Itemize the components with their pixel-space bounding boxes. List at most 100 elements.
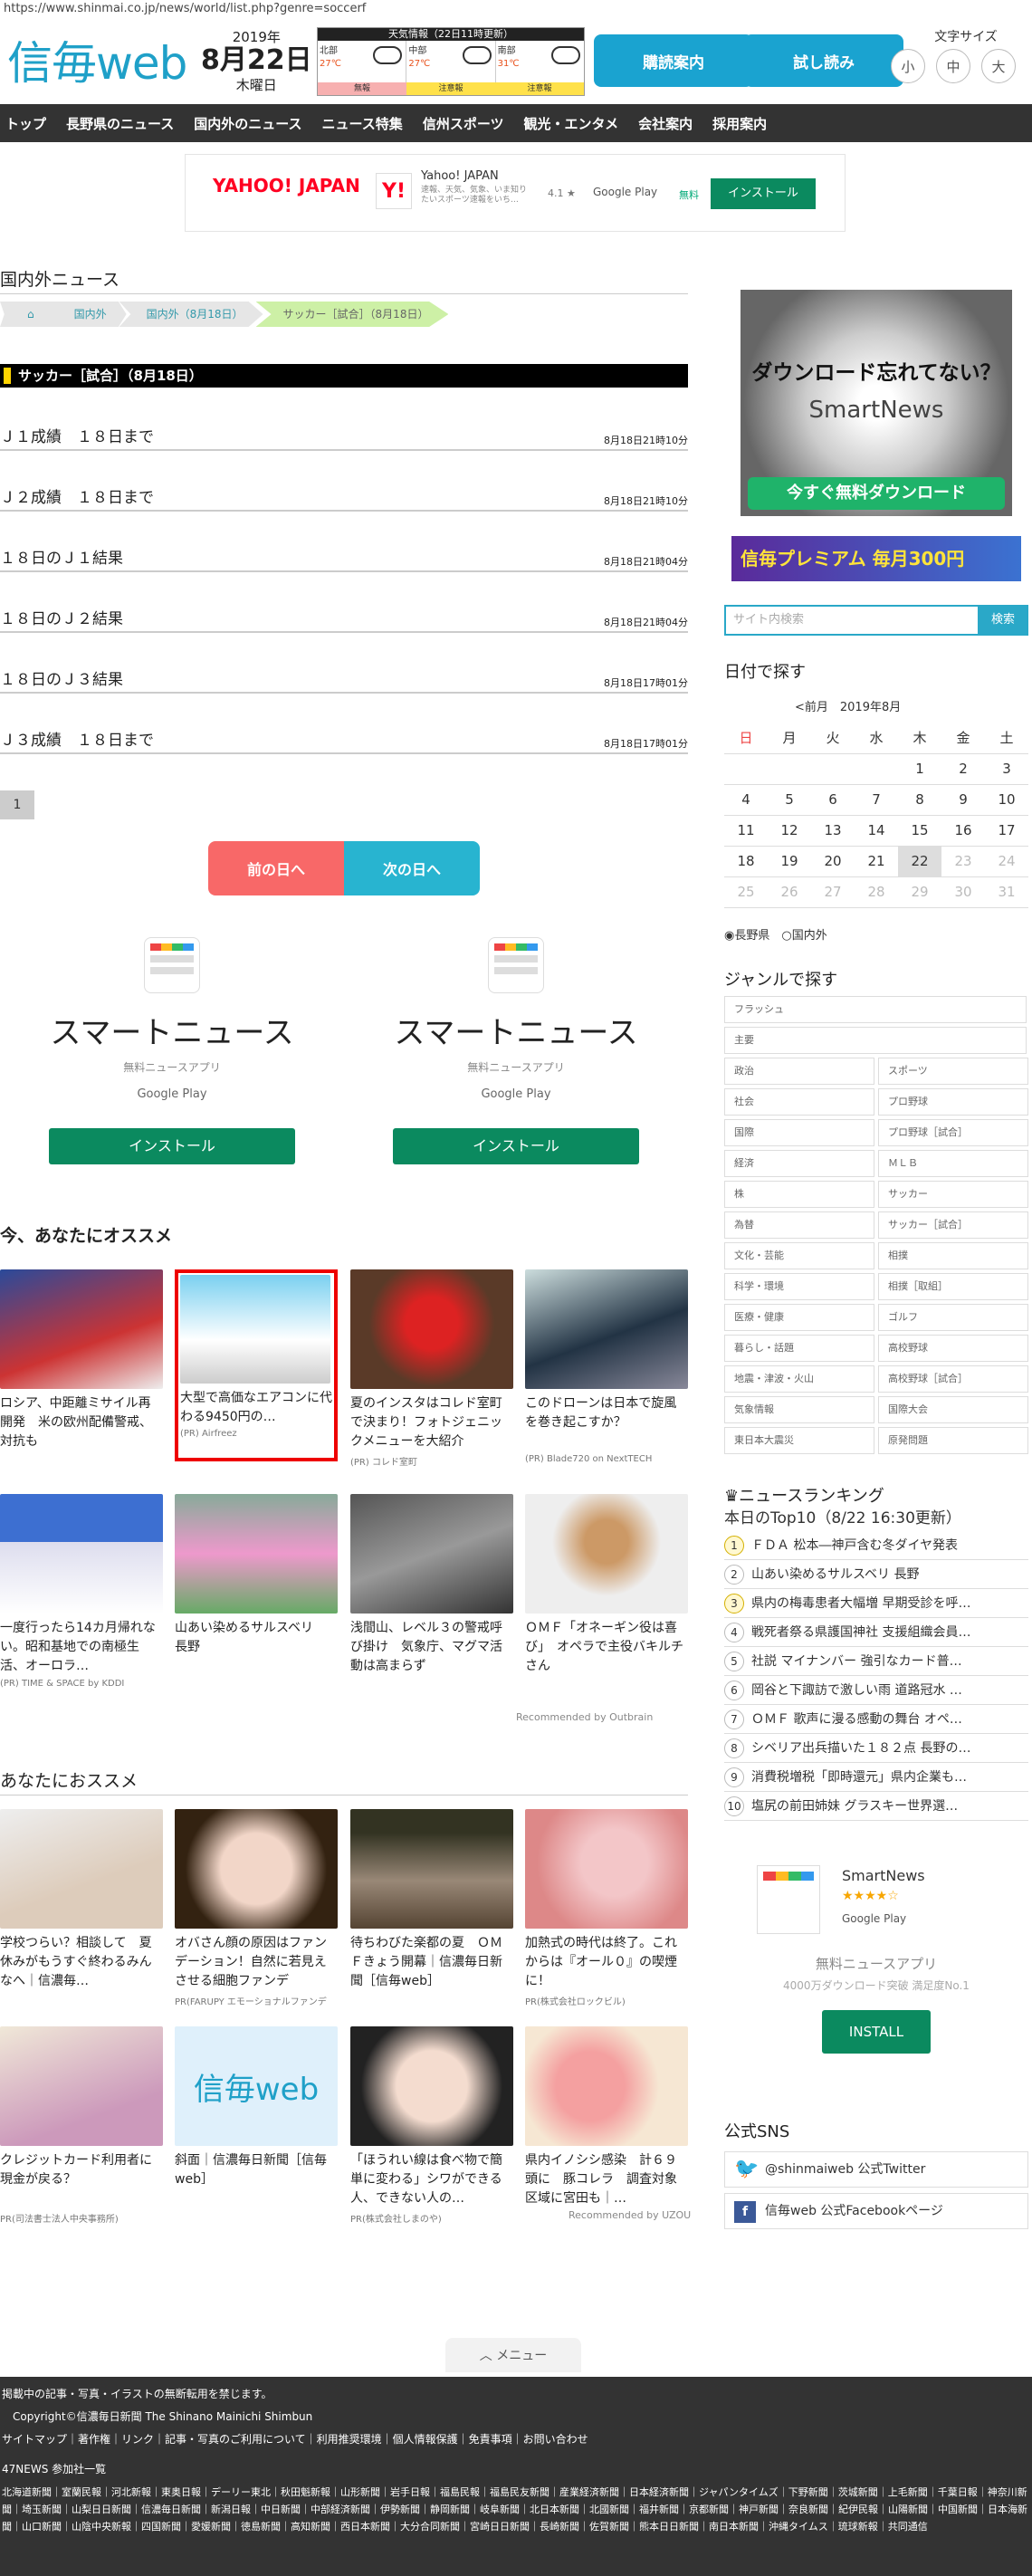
site-logo[interactable]: 信毎web (7, 27, 187, 92)
nav-features[interactable]: ニュース特集 (322, 114, 403, 133)
calendar-day[interactable]: 4 (724, 784, 768, 816)
article-row[interactable]: Ｊ３成績 １８日まで 8月18日17時01分 (0, 727, 688, 754)
recommend2-card[interactable]: クレジットカード利用者に現金が戻る？ PR(司法書士法人中央事務所) (0, 2026, 163, 2225)
article-row[interactable]: １８日のＪ２結果 8月18日21時04分 (0, 606, 688, 633)
calendar-day[interactable]: 9 (941, 784, 985, 816)
members-list[interactable]: 北海道新聞｜室蘭民報｜河北新報｜東奥日報｜デーリー東北｜秋田魁新報｜山形新聞｜岩… (2, 2484, 1030, 2535)
genre-item[interactable]: スポーツ (878, 1058, 1028, 1085)
search-input[interactable]: サイト内検索 (724, 605, 985, 636)
recommend2-card[interactable]: 「ほうれい線は食べ物で簡単に変わる」シワができる人、できない人の… PR(株式会社… (350, 2026, 513, 2225)
ad-banner[interactable]: YAHOO! JAPAN Y! Yahoo! JAPAN 速報、天気、気象、いま… (185, 154, 846, 232)
genre-item[interactable]: 国際 (724, 1119, 874, 1146)
recommend-card[interactable]: 大型で高価なエアコンに代わる9450円の… (PR) Airfreez (175, 1269, 338, 1461)
recommend2-card[interactable]: 信毎web 斜面｜信濃毎日新聞［信毎web］ (175, 2026, 338, 2211)
calendar-day[interactable]: 10 (985, 784, 1028, 816)
genre-item[interactable]: 相撲［取組］ (878, 1273, 1028, 1300)
recommend-card[interactable]: ロシア、中距離ミサイル再開発 米の欧州配備警戒、対抗も (0, 1269, 163, 1454)
recommend2-card[interactable]: 待ちわびた楽都の夏 ＯＭＦきょう開幕｜信濃毎日新聞［信毎web］ (350, 1809, 513, 1994)
calendar-day[interactable]: 5 (768, 784, 811, 816)
article-row[interactable]: １８日のＪ１結果 8月18日21時04分 (0, 545, 688, 572)
page-number[interactable]: 1 (0, 790, 34, 819)
calendar-day[interactable]: 17 (985, 815, 1028, 847)
recommend-card[interactable]: 一度行ったら14カ月帰れない。昭和基地での南極生活、オーロラ… (PR) TIME… (0, 1494, 163, 1689)
genre-main[interactable]: 主要 (724, 1027, 1027, 1054)
nav-entertainment[interactable]: 観光・エンタメ (524, 114, 619, 133)
font-large-button[interactable]: 大 (981, 49, 1016, 83)
genre-item[interactable]: 株 (724, 1181, 874, 1208)
calendar-today[interactable]: 22 (898, 846, 941, 877)
genre-item[interactable]: 気象情報 (724, 1396, 874, 1423)
install-button[interactable]: インストール (49, 1128, 295, 1164)
ranking-item[interactable]: 1 ＦＤＡ 松本―神戸含む冬ダイヤ発表 (724, 1532, 1028, 1560)
prev-day-button[interactable]: 前の日へ (208, 841, 344, 895)
article-row[interactable]: １８日のＪ３結果 8月18日17時01分 (0, 666, 688, 694)
recommend2-card[interactable]: 県内イノシシ感染 計６９頭に 豚コレラ 調査対象区域に宮田も｜… (525, 2026, 688, 2211)
calendar-day[interactable]: 21 (855, 846, 898, 877)
calendar-day[interactable]: 2 (941, 753, 985, 785)
ranking-item[interactable]: 7 ＯＭＦ 歌声に漫る感動の舞台 オペ… (724, 1706, 1028, 1734)
region-radio[interactable]: ◉長野県 ○国内外 (724, 925, 827, 943)
crumb-world[interactable]: 国内外 (46, 302, 127, 327)
smartnews-ad-left[interactable]: スマートニュース 無料ニュースアプリ Google Play インストール (14, 937, 330, 1164)
ranking-item[interactable]: 5 社説 マイナンバー 強引なカード普… (724, 1648, 1028, 1676)
install-button[interactable]: インストール (393, 1128, 639, 1164)
weather-widget[interactable]: 天気情報（22日11時更新） 北部 27℃ 中部 27℃ 南部 31℃ 無報 注意報 … (317, 27, 585, 96)
genre-item[interactable]: 為替 (724, 1211, 874, 1239)
genre-item[interactable]: ＭＬＢ (878, 1150, 1028, 1177)
outbrain-credit[interactable]: Recommended by Outbrain (516, 1711, 653, 1723)
font-small-button[interactable]: 小 (891, 49, 925, 83)
genre-item[interactable]: プロ野球［試合］ (878, 1119, 1028, 1146)
facebook-link[interactable]: f 信毎web 公式Facebookページ (724, 2193, 1028, 2229)
genre-item[interactable]: 国際大会 (878, 1396, 1028, 1423)
home-icon[interactable]: ⌂ (0, 302, 54, 327)
calendar-day[interactable]: 18 (724, 846, 768, 877)
premium-banner[interactable]: 信毎プレミアム 毎月300円 (731, 536, 1021, 581)
recommend-card[interactable]: 浅間山、レベル３の警戒呼び掛け 気象庁、マグマ活動は高まらず (350, 1494, 513, 1679)
genre-item[interactable]: 経済 (724, 1150, 874, 1177)
ranking-item[interactable]: 3 県内の梅毒患者大幅増 早期受診を呼… (724, 1590, 1028, 1618)
ranking-item[interactable]: 4 戦死者祭る県護国神社 支援組織会員… (724, 1619, 1028, 1647)
nav-recruit[interactable]: 採用案内 (712, 114, 767, 133)
recommend-card[interactable]: 山あい染めるサルスベリ 長野 (175, 1494, 338, 1679)
genre-item[interactable]: 東日本大震災 (724, 1427, 874, 1454)
genre-item[interactable]: 地震・津波・火山 (724, 1365, 874, 1393)
calendar-day[interactable]: 19 (768, 846, 811, 877)
side-ad-download-button[interactable]: 今すぐ無料ダウンロード (748, 477, 1005, 510)
genre-item[interactable]: 暮らし・話題 (724, 1335, 874, 1362)
calendar-day[interactable]: 11 (724, 815, 768, 847)
calendar-day[interactable]: 1 (898, 753, 941, 785)
calendar-day[interactable]: 6 (811, 784, 855, 816)
next-day-button[interactable]: 次の日へ (344, 841, 480, 895)
calendar-day[interactable]: 3 (985, 753, 1028, 785)
font-medium-button[interactable]: 中 (936, 49, 970, 83)
ranking-item[interactable]: 6 岡谷と下諏訪で激しい雨 道路冠水 … (724, 1677, 1028, 1705)
nav-nagano[interactable]: 長野県のニュース (66, 114, 174, 133)
genre-item[interactable]: 社会 (724, 1088, 874, 1116)
calendar-day[interactable]: 15 (898, 815, 941, 847)
ad-install-button[interactable]: インストール (711, 178, 816, 209)
genre-item[interactable]: プロ野球 (878, 1088, 1028, 1116)
calendar-day[interactable]: 14 (855, 815, 898, 847)
recommend2-card[interactable]: 加熱式の時代は終了。これからは『オール０』の喫煙に！ PR(株式会社ロックビル) (525, 1809, 688, 2007)
genre-item[interactable]: 医療・健康 (724, 1304, 874, 1331)
genre-item[interactable]: ゴルフ (878, 1304, 1028, 1331)
calendar-day[interactable]: 20 (811, 846, 855, 877)
calendar-day[interactable]: 16 (941, 815, 985, 847)
calendar-day[interactable]: 12 (768, 815, 811, 847)
genre-item[interactable]: 科学・環境 (724, 1273, 874, 1300)
nav-top[interactable]: トップ (5, 114, 46, 133)
article-row[interactable]: Ｊ２成績 １８日まで 8月18日21時10分 (0, 484, 688, 512)
calendar-day[interactable]: 8 (898, 784, 941, 816)
recommend2-card[interactable]: 学校つらい？相談して 夏休みがもうすぐ終わるみんなへ｜信濃毎… (0, 1809, 163, 1994)
genre-item[interactable]: 高校野球［試合］ (878, 1365, 1028, 1393)
ranking-item[interactable]: 10 塩尻の前田姉妹 グラスキー世界選… (724, 1793, 1028, 1821)
calendar-day[interactable]: 13 (811, 815, 855, 847)
calendar-nav[interactable]: <前月 2019年8月 (795, 697, 901, 714)
recommend-card[interactable]: 夏のインスタはコレド室町で決まり！フォトジェニックメニューを大紹介 (PR) コレ… (350, 1269, 513, 1468)
twitter-link[interactable]: 🐦 @shinmaiweb 公式Twitter (724, 2151, 1028, 2188)
recommend-card[interactable]: このドローンは日本で旋風を巻き起こすか？ (PR) Blade720 on Nex… (525, 1269, 688, 1464)
genre-item[interactable]: 文化・芸能 (724, 1242, 874, 1269)
uzou-credit[interactable]: Recommended by UZOU (569, 2209, 691, 2221)
ranking-item[interactable]: 8 シベリア出兵描いた１８２点 長野の… (724, 1735, 1028, 1763)
calendar-day[interactable]: 7 (855, 784, 898, 816)
